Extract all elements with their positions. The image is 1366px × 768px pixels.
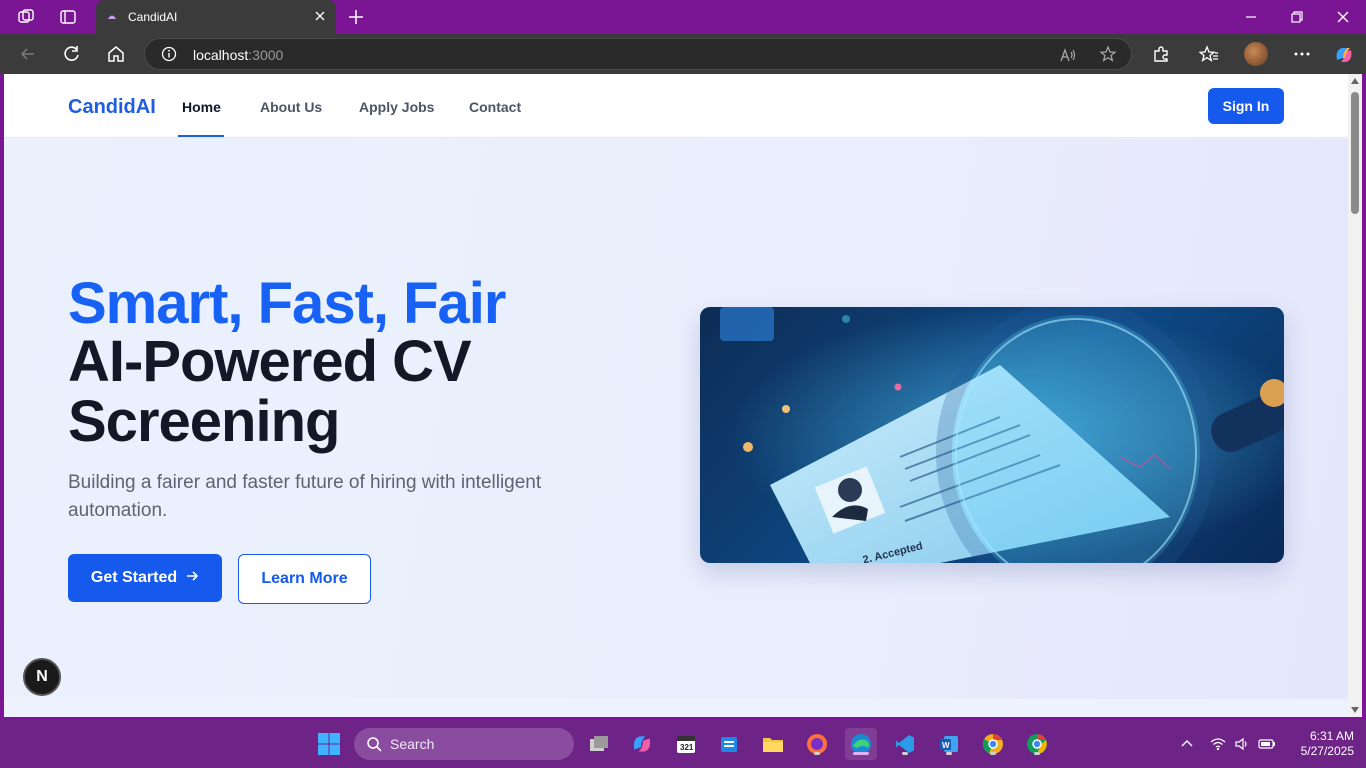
active-app-indicator xyxy=(853,752,869,755)
extensions-icon[interactable] xyxy=(1151,44,1171,64)
windows-start-icon[interactable] xyxy=(313,728,345,760)
browser-title-bar: CandidAI xyxy=(0,0,1366,34)
file-explorer-icon[interactable] xyxy=(757,728,789,760)
close-tab-icon[interactable] xyxy=(312,8,328,24)
taskbar-search[interactable]: Search xyxy=(354,728,574,760)
store-app-icon[interactable] xyxy=(713,728,745,760)
tab-title: CandidAI xyxy=(128,10,178,24)
more-icon[interactable] xyxy=(1292,44,1312,64)
sign-in-button[interactable]: Sign In xyxy=(1208,88,1284,124)
copilot-app-icon[interactable] xyxy=(626,728,658,760)
minimize-icon[interactable] xyxy=(1242,8,1260,26)
favorite-star-icon[interactable] xyxy=(1099,45,1117,63)
vscode-icon[interactable] xyxy=(889,728,921,760)
volume-icon[interactable] xyxy=(1234,736,1250,752)
get-started-button[interactable]: Get Started xyxy=(68,554,222,602)
running-indicator xyxy=(990,752,996,755)
nextjs-dev-badge[interactable]: N xyxy=(23,658,61,696)
restore-icon[interactable] xyxy=(1288,8,1306,26)
favicon-icon xyxy=(106,11,118,23)
nav-about-us[interactable]: About Us xyxy=(260,99,322,115)
hero-subtitle: Building a fairer and faster future of h… xyxy=(68,472,542,521)
new-tab-icon[interactable] xyxy=(347,8,365,26)
wifi-icon[interactable] xyxy=(1210,736,1226,752)
battery-icon[interactable] xyxy=(1258,736,1275,752)
arrow-right-icon xyxy=(185,569,199,588)
svg-text:321: 321 xyxy=(680,743,694,752)
page-scrollbar[interactable] xyxy=(1348,74,1362,717)
system-clock[interactable]: 6:31 AM 5/27/2025 xyxy=(1286,729,1354,759)
edge-icon[interactable] xyxy=(845,728,877,760)
back-icon[interactable] xyxy=(18,44,38,64)
tab-actions-icon[interactable] xyxy=(59,8,77,26)
windows-taskbar: Search 321 W 6:31 AM 5/27/2025 xyxy=(0,720,1366,768)
info-icon[interactable] xyxy=(161,46,177,62)
url-text: localhost:3000 xyxy=(193,47,284,63)
clock-date: 5/27/2025 xyxy=(1300,744,1354,758)
firefox-icon[interactable] xyxy=(801,728,833,760)
task-view-icon[interactable] xyxy=(583,728,615,760)
hero-image: 2. Accepted xyxy=(700,307,1284,563)
headline-line-3: Screening xyxy=(68,389,340,454)
search-placeholder: Search xyxy=(390,736,435,752)
nav-apply-jobs[interactable]: Apply Jobs xyxy=(359,99,434,115)
page-viewport: CandidAI Home About Us Apply Jobs Contac… xyxy=(4,74,1348,717)
chrome-canary-icon[interactable] xyxy=(977,728,1009,760)
browser-tab[interactable]: CandidAI xyxy=(96,0,336,34)
svg-text:W: W xyxy=(942,741,950,750)
scroll-up-icon[interactable] xyxy=(1351,78,1359,84)
browser-toolbar: localhost:3000 xyxy=(0,34,1366,74)
chevron-up-icon[interactable] xyxy=(1179,736,1195,752)
scrollbar-thumb[interactable] xyxy=(1351,92,1359,214)
learn-more-button[interactable]: Learn More xyxy=(238,554,371,604)
scroll-down-icon[interactable] xyxy=(1351,707,1359,713)
hero-section: Smart, Fast, Fair AI-Powered CV Screenin… xyxy=(4,139,1348,699)
active-nav-indicator xyxy=(178,135,224,137)
address-bar[interactable]: localhost:3000 xyxy=(144,38,1132,70)
calendar-app-icon[interactable]: 321 xyxy=(670,728,702,760)
search-icon xyxy=(366,736,382,752)
running-indicator xyxy=(814,752,820,755)
nav-contact[interactable]: Contact xyxy=(469,99,521,115)
get-started-label: Get Started xyxy=(90,569,178,586)
running-indicator xyxy=(902,752,908,755)
copilot-icon[interactable] xyxy=(1333,44,1353,64)
refresh-icon[interactable] xyxy=(62,44,82,64)
word-icon[interactable]: W xyxy=(933,728,965,760)
favorites-icon[interactable] xyxy=(1198,44,1219,64)
headline-accent: Smart, Fast, Fair xyxy=(68,271,506,336)
site-navbar: CandidAI Home About Us Apply Jobs Contac… xyxy=(4,74,1348,138)
workspaces-icon[interactable] xyxy=(17,8,35,26)
nav-home[interactable]: Home xyxy=(182,99,221,115)
site-logo[interactable]: CandidAI xyxy=(68,96,156,119)
clock-time: 6:31 AM xyxy=(1309,729,1354,743)
chrome-icon[interactable] xyxy=(1021,728,1053,760)
read-aloud-icon[interactable] xyxy=(1059,46,1077,64)
running-indicator xyxy=(946,752,952,755)
running-indicator xyxy=(1034,752,1040,755)
close-window-icon[interactable] xyxy=(1334,8,1352,26)
home-icon[interactable] xyxy=(106,44,126,64)
profile-avatar[interactable] xyxy=(1244,42,1268,66)
headline-line-2: AI-Powered CV xyxy=(68,329,472,394)
